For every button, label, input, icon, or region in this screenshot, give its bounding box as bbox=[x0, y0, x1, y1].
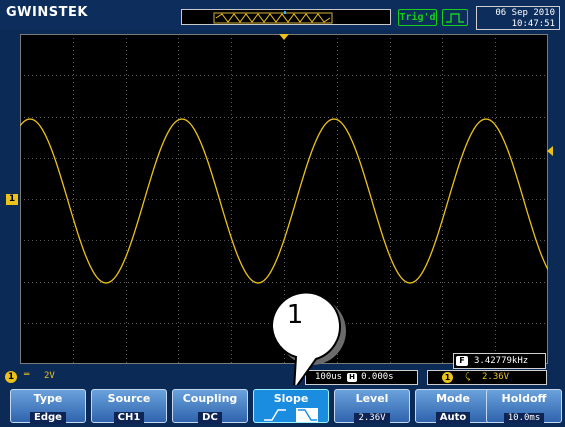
softkey-mode[interactable]: Mode Auto bbox=[415, 389, 491, 424]
frequency-label-icon: F bbox=[456, 356, 468, 366]
softkey-type[interactable]: Type Edge bbox=[10, 389, 86, 424]
trigger-readout: 1 ⤹ 2.36V bbox=[427, 370, 547, 385]
softkey-coupling-label: Coupling bbox=[182, 392, 238, 405]
channel1-badge: 1 bbox=[5, 371, 17, 383]
date-time-display: 06 Sep 2010 10:47:51 bbox=[476, 6, 560, 30]
softkey-level[interactable]: Level 2.36V bbox=[334, 389, 410, 423]
channel1-ground-marker[interactable]: 1 bbox=[6, 194, 18, 205]
softkey-source-value: CH1 bbox=[113, 412, 145, 424]
trigger-status-badge: Trig'd bbox=[398, 9, 437, 26]
softkey-holdoff[interactable]: Holdoff 10.0ms bbox=[486, 389, 562, 423]
softkey-type-value: Edge bbox=[30, 412, 66, 424]
softkey-slope[interactable]: Slope bbox=[253, 389, 329, 423]
trigger-level-marker bbox=[547, 146, 553, 156]
softkey-holdoff-label: Holdoff bbox=[501, 392, 547, 405]
trigger-level-value: 2.36V bbox=[482, 372, 510, 382]
acquire-mode-icon bbox=[442, 9, 468, 26]
callout-number: 1 bbox=[286, 300, 304, 330]
date-text: 06 Sep 2010 bbox=[495, 8, 555, 18]
top-status-bar: GWINSTEK Trig'd 06 Sep 2010 10:47:51 bbox=[0, 0, 565, 30]
softkey-type-label: Type bbox=[33, 392, 63, 405]
horizontal-position: 0.000s bbox=[361, 372, 394, 382]
softkey-mode-label: Mode bbox=[436, 392, 470, 405]
softkey-coupling-value: DC bbox=[198, 412, 222, 424]
memory-overview-bar bbox=[181, 9, 391, 25]
trigger-source-badge: 1 bbox=[442, 372, 453, 383]
softkey-level-value: 2.36V bbox=[354, 413, 390, 423]
slope-options bbox=[254, 407, 328, 427]
softkey-holdoff-value: 10.0ms bbox=[503, 413, 545, 423]
softkey-coupling[interactable]: Coupling DC bbox=[172, 389, 248, 424]
softkey-slope-label: Slope bbox=[273, 392, 309, 405]
oscilloscope-display: GWINSTEK Trig'd 06 Sep 2010 10:47:51 1 F… bbox=[0, 0, 565, 427]
trigger-position-marker bbox=[279, 34, 289, 40]
softkey-source-label: Source bbox=[107, 392, 151, 405]
falling-slope-icon: ⤹ bbox=[465, 372, 471, 382]
time-text: 10:47:51 bbox=[511, 19, 555, 29]
softkey-source[interactable]: Source CH1 bbox=[91, 389, 167, 424]
frequency-value: 3.42779kHz bbox=[474, 356, 529, 366]
dc-coupling-icon: ═ bbox=[24, 370, 30, 380]
volts-per-div: 2V bbox=[44, 371, 55, 381]
softkey-level-label: Level bbox=[355, 392, 389, 405]
falling-slope-icon bbox=[296, 408, 318, 422]
frequency-readout: F 3.42779kHz bbox=[453, 353, 546, 369]
brand-logo: GWINSTEK bbox=[6, 5, 88, 20]
softkey-mode-value: Auto bbox=[435, 412, 471, 424]
rising-slope-icon bbox=[264, 409, 286, 421]
memory-overview-wave bbox=[213, 11, 333, 24]
